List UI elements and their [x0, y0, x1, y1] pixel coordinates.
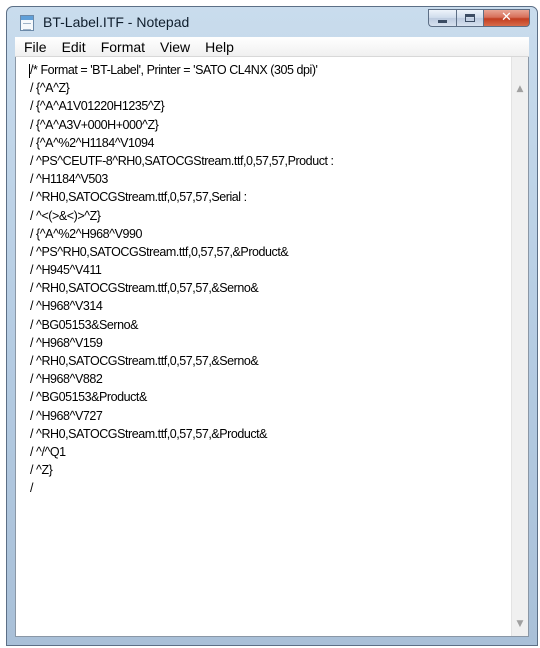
text-line: / ^RH0,SATOCGStream.ttf,0,57,57,&Serno& [30, 281, 259, 296]
text-line: / {^A^Z} [30, 81, 70, 96]
scroll-up-icon[interactable]: ▲ [512, 81, 528, 98]
text-line: / ^/^Q1 [30, 444, 66, 459]
title-bar[interactable]: BT-Label.ITF - Notepad ✕ [7, 7, 537, 37]
text-line: / ^RH0,SATOCGStream.ttf,0,57,57,Serial : [30, 190, 247, 205]
text-line: / [30, 481, 34, 496]
window-title: BT-Label.ITF - Notepad [43, 14, 190, 30]
text-line: / ^<(>&<)>^Z} [30, 208, 101, 223]
text-line: / ^BG05153&Product& [30, 390, 147, 405]
text-line: / {^A^%2^H1184^V1094 [30, 135, 155, 150]
caption-buttons: ✕ [428, 9, 530, 27]
text-line: / ^PS^CEUTF-8^RH0,SATOCGStream.ttf,0,57,… [30, 153, 334, 168]
menu-format[interactable]: Format [94, 37, 153, 55]
text-caret [29, 64, 30, 78]
text-line: / ^H945^V411 [30, 263, 102, 278]
vertical-scrollbar[interactable]: ▲ ▼ [511, 57, 528, 636]
text-line: / ^RH0,SATOCGStream.ttf,0,57,57,&Serno& [30, 354, 259, 368]
text-line: / {^A^%2^H968^V990 [30, 226, 142, 241]
text-line: / ^BG05153&Serno& [30, 317, 139, 332]
scroll-down-icon[interactable]: ▼ [512, 616, 528, 633]
text-line: / ^Z} [30, 463, 53, 478]
menu-view[interactable]: View [153, 37, 198, 55]
text-line: / ^H968^V727 [30, 408, 103, 423]
maximize-icon [465, 14, 475, 22]
close-icon: ✕ [501, 10, 512, 25]
close-button[interactable]: ✕ [484, 9, 530, 27]
text-line: / {^A^A3V+000H+000^Z} [30, 117, 159, 132]
text-line: / ^PS^RH0,SATOCGStream.ttf,0,57,57,&Prod… [30, 244, 289, 259]
text-line: / ^RH0,SATOCGStream.ttf,0,57,57,&Product… [30, 426, 268, 441]
menu-edit[interactable]: Edit [55, 37, 94, 55]
minimize-button[interactable] [428, 9, 456, 27]
notepad-icon[interactable] [20, 15, 34, 31]
text-editor[interactable]: /* Format = 'BT-Label', Printer = 'SATO … [15, 57, 529, 637]
text-line: /* Format = 'BT-Label', Printer = 'SATO … [30, 63, 318, 77]
menu-bar: File Edit Format View Help [15, 37, 529, 57]
text-line: / ^H968^V882 [30, 372, 103, 387]
menu-file[interactable]: File [17, 37, 55, 55]
notepad-window: BT-Label.ITF - Notepad ✕ File Edit Forma… [6, 6, 538, 646]
document-text[interactable]: /* Format = 'BT-Label', Printer = 'SATO … [30, 61, 504, 634]
menu-help[interactable]: Help [198, 37, 242, 55]
text-line: / ^H968^V159 [30, 335, 103, 350]
minimize-icon [438, 20, 447, 23]
text-line: / {^A^A1V01220H1235^Z} [30, 99, 165, 114]
text-line: / ^H1184^V503 [30, 172, 108, 187]
maximize-button[interactable] [456, 9, 484, 27]
text-line: / ^H968^V314 [30, 299, 103, 314]
